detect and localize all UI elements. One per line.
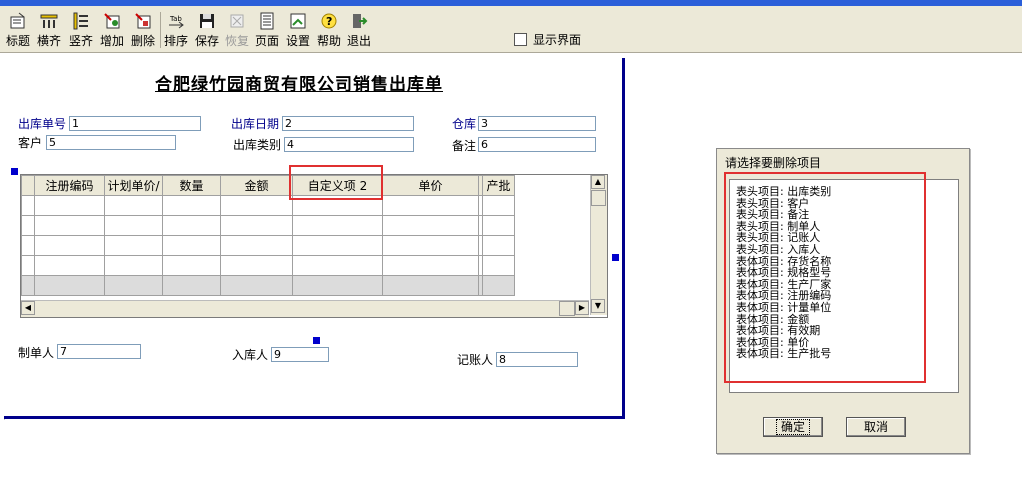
grid-header-cell[interactable]: 计划单价/ [104, 175, 163, 196]
highlight-box-listbox [724, 172, 926, 383]
restore-button[interactable]: 恢复 [222, 10, 252, 50]
table-row [21, 275, 515, 296]
customer-field[interactable]: 5 [46, 135, 176, 150]
grid-horizontal-scrollbar[interactable]: ◀ ▶ [21, 300, 589, 317]
show-ui-label: 显示界面 [533, 33, 582, 47]
grid-header-cell[interactable]: 单价 [382, 175, 479, 196]
checkbox-box[interactable] [514, 33, 527, 46]
table-row [21, 195, 515, 216]
table-row [21, 215, 515, 236]
receiver-field[interactable]: 9 [271, 347, 329, 362]
type-field[interactable]: 4 [284, 137, 414, 152]
exit-button[interactable]: 退出 [344, 10, 374, 50]
delete-icon [135, 13, 151, 29]
scroll-thumb[interactable] [559, 301, 575, 316]
receiver-label[interactable]: 入库人 [232, 346, 268, 363]
cancel-button[interactable]: 取消 [846, 417, 906, 437]
save-icon [200, 14, 214, 28]
scroll-right-icon[interactable]: ▶ [575, 301, 589, 315]
sort-icon: Tab [169, 15, 184, 29]
order-no-field[interactable]: 1 [69, 116, 201, 131]
toolbar: 标题 横齐 竖齐 增加 删除 Tab 排序 保存 恢复 页面 设置 ? 帮助 退… [0, 6, 1022, 53]
bookkeeper-field[interactable]: 8 [496, 352, 578, 367]
ok-button-label: 确定 [775, 419, 810, 435]
grid-vertical-scrollbar[interactable]: ▲ ▼ [590, 175, 607, 315]
scroll-thumb[interactable] [591, 190, 606, 206]
table-row [21, 235, 515, 256]
selection-handle[interactable] [11, 168, 18, 175]
grid-header-cell[interactable]: 数量 [162, 175, 221, 196]
order-no-label[interactable]: 出库单号 [18, 115, 66, 132]
selection-handle[interactable] [313, 337, 320, 344]
delete-button[interactable]: 删除 [128, 10, 158, 50]
exit-icon [353, 14, 368, 28]
maker-field[interactable]: 7 [57, 344, 141, 359]
grid-table: 注册编码 计划单价/ 数量 金额 自定义项 2 单价 产批 [21, 175, 515, 296]
help-icon: ? [321, 13, 337, 29]
svg-text:Tab: Tab [169, 15, 182, 23]
type-label[interactable]: 出库类别 [233, 136, 281, 153]
remark-field[interactable]: 6 [478, 137, 596, 152]
date-field[interactable]: 2 [282, 116, 414, 131]
form-title[interactable]: 合肥绿竹园商贸有限公司销售出库单 [155, 70, 443, 95]
svg-text:?: ? [326, 15, 332, 28]
grid-header-cell[interactable]: 产批 [482, 175, 515, 196]
align-horizontal-button[interactable]: 横齐 [34, 10, 64, 50]
warehouse-field[interactable]: 3 [478, 116, 596, 131]
sort-button[interactable]: Tab 排序 [161, 10, 191, 50]
title-button[interactable]: 标题 [3, 10, 33, 50]
align-horizontal-icon [40, 14, 58, 28]
grid-header-cell[interactable]: 金额 [220, 175, 293, 196]
dialog-title: 请选择要删除项目 [725, 156, 822, 170]
remark-label[interactable]: 备注 [452, 137, 476, 154]
page-icon [260, 12, 274, 30]
add-icon [104, 13, 120, 29]
align-vertical-button[interactable]: 竖齐 [66, 10, 96, 50]
customer-label[interactable]: 客户 [18, 134, 42, 151]
scroll-up-icon[interactable]: ▲ [591, 175, 605, 189]
bookkeeper-label[interactable]: 记账人 [457, 351, 493, 368]
title-icon [10, 12, 25, 29]
align-vertical-icon [73, 12, 88, 30]
scroll-down-icon[interactable]: ▼ [591, 299, 605, 313]
table-row [21, 255, 515, 276]
settings-button[interactable]: 设置 [283, 10, 313, 50]
page-button[interactable]: 页面 [252, 10, 282, 50]
ok-button[interactable]: 确定 [763, 417, 823, 437]
grid-header-cell[interactable]: 注册编码 [34, 175, 105, 196]
settings-icon [290, 13, 306, 29]
selection-handle[interactable] [612, 254, 619, 261]
help-button[interactable]: ? 帮助 [314, 10, 344, 50]
restore-icon [230, 14, 244, 28]
date-label[interactable]: 出库日期 [231, 115, 279, 132]
warehouse-label[interactable]: 仓库 [452, 115, 476, 132]
show-ui-checkbox[interactable]: 显示界面 [514, 31, 581, 48]
highlight-box-custom-column [289, 165, 383, 200]
maker-label[interactable]: 制单人 [18, 344, 54, 361]
add-button[interactable]: 增加 [97, 10, 127, 50]
save-button[interactable]: 保存 [192, 10, 222, 50]
cancel-button-label: 取消 [863, 420, 888, 434]
scroll-left-icon[interactable]: ◀ [21, 301, 35, 315]
